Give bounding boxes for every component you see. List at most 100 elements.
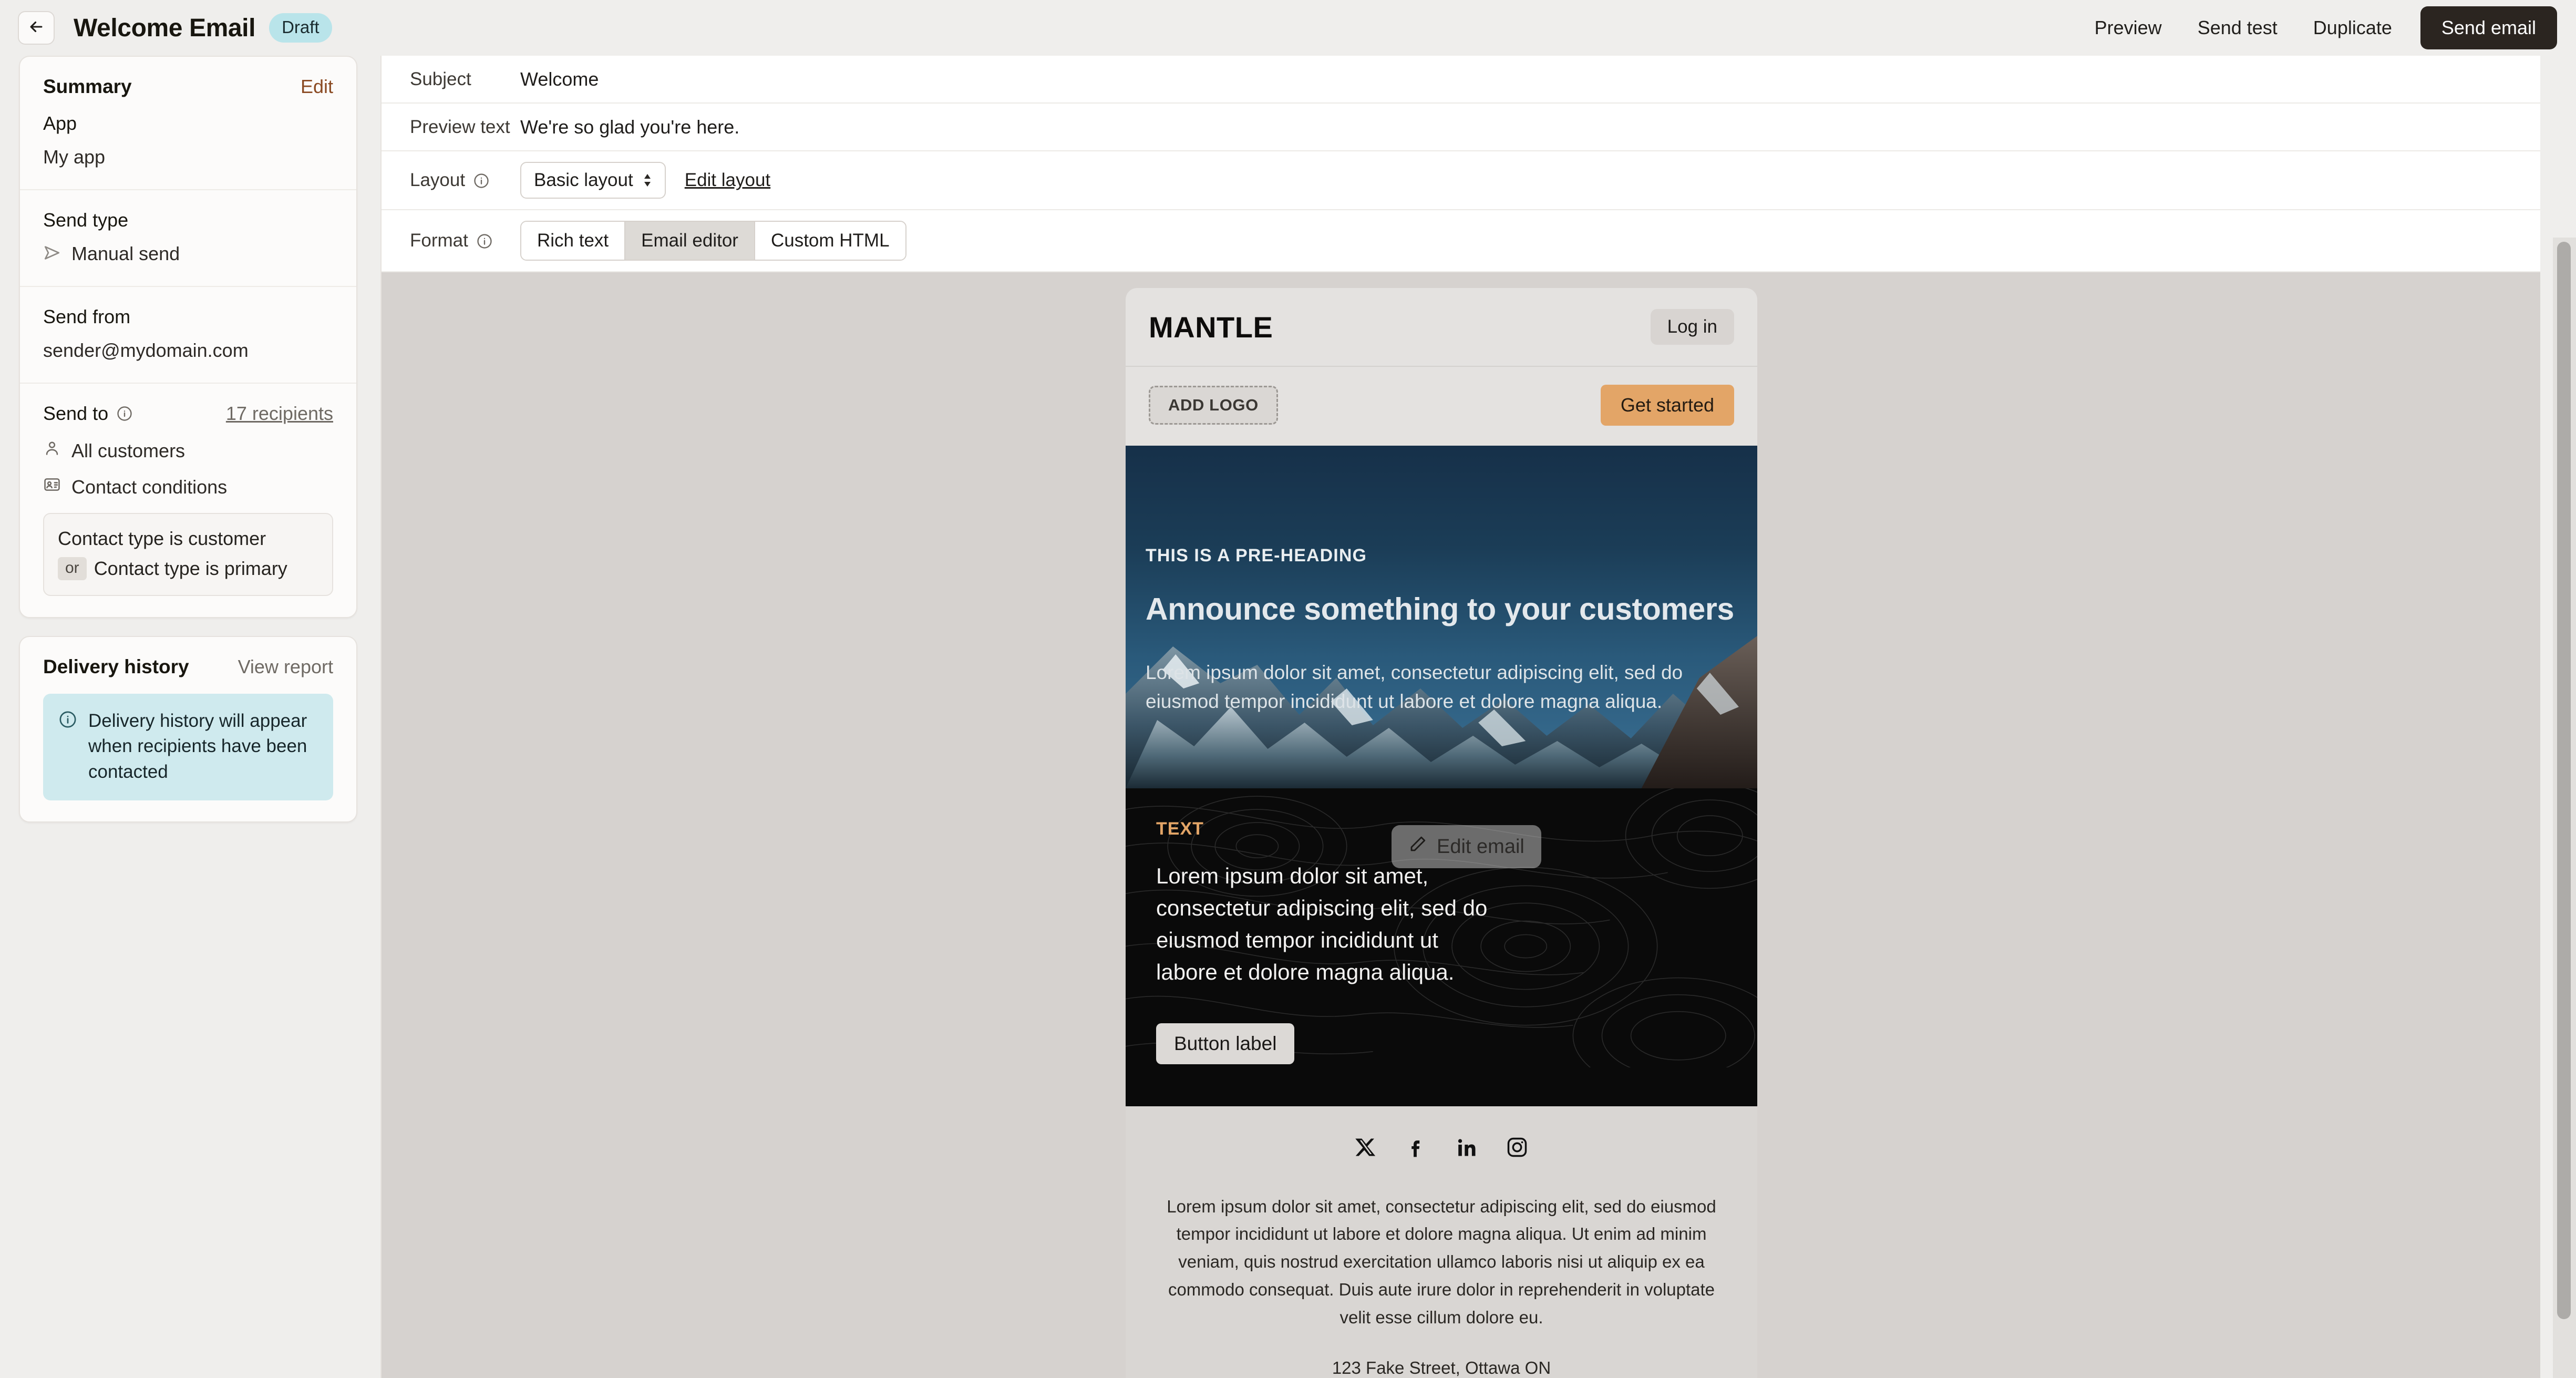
layout-label: Layout — [410, 170, 466, 190]
layout-select-value: Basic layout — [534, 170, 633, 190]
format-label: Format — [410, 230, 468, 251]
summary-header: Summary Edit — [43, 76, 333, 98]
back-button[interactable] — [18, 11, 55, 45]
vertical-scrollbar-track[interactable] — [2553, 238, 2576, 1378]
brand-logo: MANTLE — [1149, 310, 1273, 344]
footer-legal-text: Lorem ipsum dolor sit amet, consectetur … — [1167, 1196, 1716, 1327]
top-bar: Welcome Email Draft Preview Send test Du… — [0, 0, 2576, 56]
summary-card: Summary Edit App My app Send type Manual… — [19, 56, 357, 618]
contact-card-icon — [43, 476, 61, 498]
footer-address: 123 Fake Street, Ottawa ON — [1332, 1358, 1551, 1377]
send-to-label: Send to — [43, 403, 109, 424]
format-row: Format Rich text Email editor Custom HTM… — [382, 210, 2540, 272]
subject-label: Subject — [410, 68, 471, 89]
send-to-label-group: Send to — [43, 403, 132, 425]
subject-row: Subject Welcome — [382, 56, 2540, 104]
preview-button[interactable]: Preview — [2077, 9, 2180, 46]
info-icon — [117, 406, 132, 421]
preview-text-input[interactable]: We're so glad you're here. — [520, 116, 739, 138]
edit-layout-link[interactable]: Edit layout — [685, 170, 770, 191]
info-icon — [477, 233, 492, 249]
format-label-group: Format — [410, 230, 520, 251]
condition-operator: or — [58, 557, 87, 580]
main-panel: Subject Welcome Preview text We're so gl… — [380, 56, 2540, 1378]
email-preview-canvas: MANTLE Log in ADD LOGO Get started THIS … — [382, 272, 2540, 1378]
condition-2: Contact type is primary — [94, 558, 287, 579]
hero-content: THIS IS A PRE-HEADING Announce something… — [1126, 446, 1757, 716]
email-header: MANTLE Log in — [1126, 288, 1757, 367]
send-to-header: Send to 17 recipients — [43, 403, 333, 425]
layout-label-group: Layout — [410, 170, 520, 191]
edit-email-overlay-button[interactable]: Edit email — [1392, 825, 1541, 868]
send-type-value: Manual send — [71, 243, 180, 264]
email-footer: Lorem ipsum dolor sit amet, consectetur … — [1126, 1106, 1757, 1378]
format-option-custom-html[interactable]: Custom HTML — [754, 222, 905, 260]
view-report-link[interactable]: View report — [238, 656, 333, 678]
condition-2-row: or Contact type is primary — [58, 557, 318, 580]
login-button[interactable]: Log in — [1650, 309, 1734, 345]
summary-edit-link[interactable]: Edit — [301, 76, 333, 98]
dark-cta-button[interactable]: Button label — [1156, 1023, 1295, 1064]
contact-conditions-row[interactable]: Contact conditions — [43, 476, 333, 498]
x-icon[interactable] — [1354, 1136, 1377, 1161]
preview-text-row: Preview text We're so glad you're here. — [382, 104, 2540, 151]
footer-social-row — [1160, 1136, 1723, 1161]
info-icon — [59, 708, 77, 731]
send-to-list: All customers Contact conditions — [43, 439, 333, 498]
get-started-button[interactable]: Get started — [1600, 385, 1734, 426]
preview-text-label: Preview text — [410, 116, 510, 137]
audience-row[interactable]: All customers — [43, 439, 333, 462]
delivery-info-banner: Delivery history will appear when recipi… — [43, 694, 333, 800]
layout-row: Layout Basic layout Edit layout — [382, 151, 2540, 210]
page-title: Welcome Email — [74, 14, 256, 42]
conditions-box: Contact type is customer or Contact type… — [43, 513, 333, 596]
linkedin-icon[interactable] — [1455, 1136, 1478, 1161]
summary-send-to-section: Send to 17 recipients All customers Cont… — [20, 383, 356, 617]
send-from-value: sender@mydomain.com — [43, 340, 249, 361]
summary-title: Summary — [43, 76, 132, 97]
email-card: MANTLE Log in ADD LOGO Get started THIS … — [1126, 288, 1757, 1378]
send-email-button[interactable]: Send email — [2420, 6, 2557, 49]
summary-send-type-section: Send type Manual send — [20, 189, 356, 286]
hero-body: Lorem ipsum dolor sit amet, consectetur … — [1146, 662, 1683, 712]
subject-input[interactable]: Welcome — [520, 68, 599, 90]
arrow-left-icon — [27, 18, 45, 38]
hero-preheading: THIS IS A PRE-HEADING — [1146, 546, 1367, 565]
summary-send-from-section: Send from sender@mydomain.com — [20, 286, 356, 383]
sidebar: Summary Edit App My app Send type Manual… — [19, 56, 357, 822]
hero-section: THIS IS A PRE-HEADING Announce something… — [1126, 446, 1757, 788]
facebook-icon[interactable] — [1405, 1136, 1428, 1161]
edit-email-overlay-label: Edit email — [1437, 835, 1524, 858]
delivery-info-text: Delivery history will appear when recipi… — [88, 711, 307, 782]
delivery-history-header: Delivery history View report — [43, 656, 333, 678]
send-from-label: Send from — [43, 306, 131, 327]
send-type-label: Send type — [43, 209, 129, 231]
send-type-value-row: Manual send — [43, 243, 333, 265]
instagram-icon[interactable] — [1506, 1136, 1529, 1161]
status-badge: Draft — [269, 13, 332, 43]
app-value: My app — [43, 146, 106, 168]
dark-body: Lorem ipsum dolor sit amet, consectetur … — [1156, 863, 1488, 984]
delivery-history-card: Delivery history View report Delivery hi… — [19, 636, 357, 822]
format-option-email-editor[interactable]: Email editor — [624, 222, 754, 260]
vertical-scrollbar-thumb[interactable] — [2557, 242, 2571, 1319]
dark-text-section: TEXT Lorem ipsum dolor sit amet, consect… — [1126, 788, 1757, 1106]
person-icon — [43, 439, 61, 462]
recipients-link[interactable]: 17 recipients — [226, 403, 333, 425]
delivery-history-title: Delivery history — [43, 656, 189, 677]
contact-conditions-label: Contact conditions — [71, 476, 228, 498]
duplicate-button[interactable]: Duplicate — [2295, 9, 2410, 46]
send-icon — [43, 244, 61, 264]
email-subheader: ADD LOGO Get started — [1126, 367, 1757, 446]
add-logo-button[interactable]: ADD LOGO — [1149, 386, 1278, 425]
top-bar-actions: Preview Send test Duplicate Send email — [2077, 6, 2557, 49]
send-test-button[interactable]: Send test — [2180, 9, 2295, 46]
info-icon — [473, 172, 489, 188]
format-option-rich-text[interactable]: Rich text — [521, 222, 625, 260]
summary-app-section: Summary Edit App My app — [20, 57, 356, 189]
chevron-updown-icon — [643, 172, 652, 188]
format-segmented-control: Rich text Email editor Custom HTML — [520, 221, 906, 261]
layout-select[interactable]: Basic layout — [520, 162, 666, 199]
pencil-icon — [1408, 835, 1427, 859]
app-label: App — [43, 112, 77, 134]
